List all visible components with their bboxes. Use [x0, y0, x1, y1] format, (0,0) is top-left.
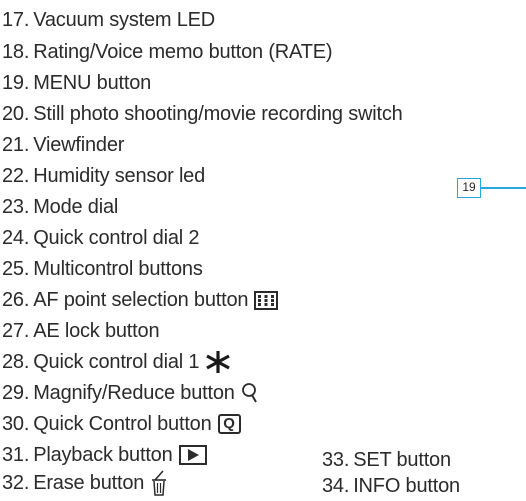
item-number: 26. [2, 289, 30, 311]
item-number: 31. [2, 444, 30, 466]
list-item-30: 30. Quick Control button Q [2, 409, 241, 439]
item-number: 19. [2, 72, 30, 94]
item-number: 32. [2, 472, 30, 494]
item-label: AF point selection button [33, 289, 249, 311]
item-number: 17. [2, 9, 30, 31]
list-item-24: 24. Quick control dial 2 [2, 223, 199, 253]
callout-19-label: 19 [457, 178, 481, 198]
item-number: 29. [2, 382, 30, 404]
list-item-28: 28. Quick control dial 1 [2, 347, 231, 377]
list-item-26: 26. AF point selection button [2, 285, 279, 315]
asterisk-icon [205, 350, 231, 374]
item-label: AE lock button [33, 320, 160, 342]
item-number: 27. [2, 320, 30, 342]
item-number: 18. [2, 41, 30, 63]
item-label: Quick Control button [33, 413, 212, 435]
playback-icon [178, 445, 207, 465]
item-label: Quick control dial 2 [33, 227, 200, 249]
item-number: 24. [2, 227, 30, 249]
item-number: 28. [2, 351, 30, 373]
item-label: Vacuum system LED [33, 9, 216, 31]
item-number: 21. [2, 134, 30, 156]
af-point-icon [254, 290, 279, 310]
item-number: 23. [2, 196, 30, 218]
list-item-18: 18. Rating/Voice memo button (RATE) [2, 37, 333, 67]
trash-icon [150, 470, 168, 496]
item-label: Playback button [33, 444, 173, 466]
item-number: 25. [2, 258, 30, 280]
item-label: Rating/Voice memo button (RATE) [33, 41, 333, 63]
list-item-19: 19. MENU button [2, 68, 151, 98]
item-number: 30. [2, 413, 30, 435]
item-label: Viewfinder [33, 134, 125, 156]
item-label: Still photo shooting/movie recording swi… [33, 103, 403, 125]
item-label: INFO button [353, 475, 460, 497]
list-item-21: 21. Viewfinder [2, 130, 124, 160]
magnify-icon [241, 382, 259, 404]
item-label: MENU button [33, 72, 152, 94]
list-item-27: 27. AE lock button [2, 316, 160, 346]
item-number: 22. [2, 165, 30, 187]
item-number: 20. [2, 103, 30, 125]
list-item-32: 32. Erase button [2, 468, 168, 498]
q-button-icon: Q [217, 414, 241, 434]
item-label: Quick control dial 1 [33, 351, 200, 373]
callout-leader-line [481, 187, 526, 189]
list-item-34: 34. INFO button [322, 471, 460, 501]
list-item-20: 20. Still photo shooting/movie recording … [2, 99, 403, 129]
list-item-17: 17. Vacuum system LED [2, 5, 215, 35]
item-label: Humidity sensor led [33, 165, 206, 187]
item-label: Erase button [33, 472, 145, 494]
item-number: 34. [322, 475, 350, 497]
list-item-22: 22. Humidity sensor led [2, 161, 205, 191]
list-item-29: 29. Magnify/Reduce button [2, 378, 259, 408]
item-label: Magnify/Reduce button [33, 382, 235, 404]
list-item-25: 25. Multicontrol buttons [2, 254, 203, 284]
list-item-23: 23. Mode dial [2, 192, 118, 222]
item-label: Mode dial [33, 196, 119, 218]
item-label: Multicontrol buttons [33, 258, 203, 280]
list-item-31: 31. Playback button [2, 440, 207, 470]
